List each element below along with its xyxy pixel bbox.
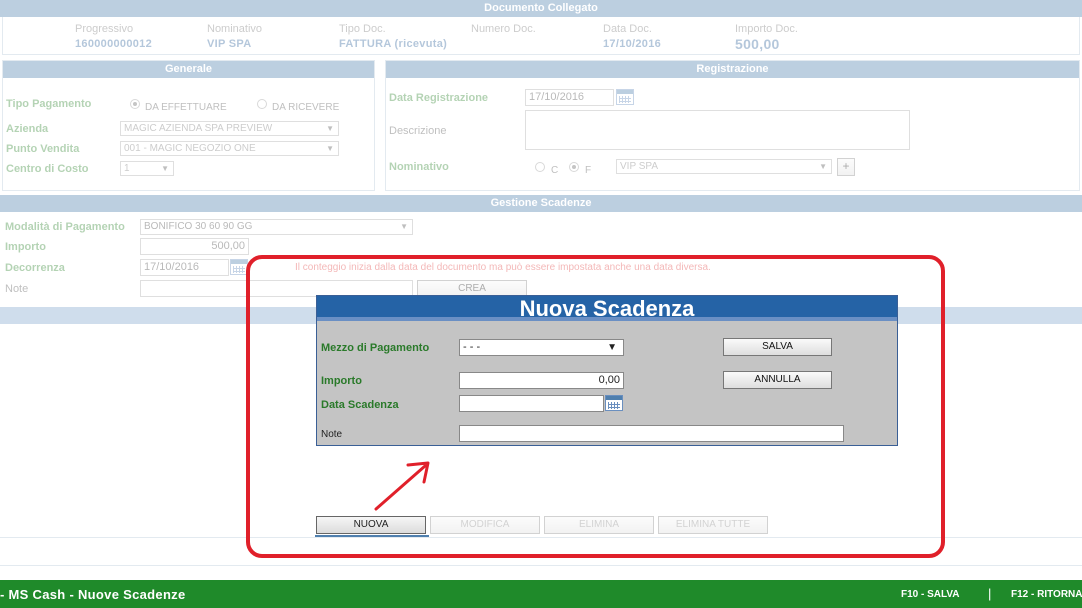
chevron-down-icon: ▼ (819, 162, 827, 171)
radio-c-label: C (551, 165, 559, 176)
document-info-row: Progressivo 160000000012 Nominativo VIP … (2, 17, 1080, 55)
radio-c[interactable] (535, 162, 545, 172)
azienda-value: MAGIC AZIENDA SPA PREVIEW (124, 123, 273, 134)
numero-doc-field: Numero Doc. (471, 23, 536, 38)
centro-costo-select[interactable]: 1 ▼ (120, 161, 174, 176)
modalita-pagamento-label: Modalità di Pagamento (5, 221, 125, 233)
gestione-scadenze-title: Gestione Scadenze (0, 195, 1082, 212)
red-arrow-icon (374, 461, 430, 511)
centro-costo-label: Centro di Costo (6, 163, 89, 175)
radio-da-ricevere[interactable] (257, 99, 267, 109)
importo-input[interactable]: 500,00 (140, 238, 249, 255)
descrizione-label: Descrizione (389, 125, 447, 137)
add-nominativo-button[interactable]: + (837, 158, 855, 176)
chevron-down-icon: ▼ (326, 124, 334, 133)
centro-costo-value: 1 (124, 163, 130, 174)
registrazione-panel: Registrazione Data Registrazione 17/10/2… (385, 60, 1080, 191)
radio-da-effettuare[interactable] (130, 99, 140, 109)
descrizione-textarea[interactable] (525, 110, 910, 150)
chevron-down-icon: ▼ (326, 144, 334, 153)
chevron-down-icon: ▼ (400, 222, 408, 231)
modalita-pagamento-value: BONIFICO 30 60 90 GG (144, 221, 253, 232)
calendar-icon[interactable] (616, 89, 634, 105)
punto-vendita-select[interactable]: 001 - MAGIC NEGOZIO ONE ▼ (120, 141, 339, 156)
f12-ritorna-shortcut[interactable]: F12 - RITORNA (1011, 589, 1082, 600)
tipo-doc-value: FATTURA (ricevuta) (339, 38, 448, 50)
radio-f-label: F (585, 165, 592, 176)
decorrenza-label: Decorrenza (5, 262, 65, 274)
document-header-title: Documento Collegato (0, 0, 1082, 17)
data-registrazione-label: Data Registrazione (389, 92, 489, 104)
data-registrazione-input[interactable]: 17/10/2016 (525, 89, 614, 106)
modalita-pagamento-select[interactable]: BONIFICO 30 60 90 GG ▼ (140, 219, 413, 235)
decorrenza-input[interactable]: 17/10/2016 (140, 259, 229, 276)
nominativo-label: Nominativo (207, 23, 263, 35)
tipo-doc-field: Tipo Doc. FATTURA (ricevuta) (339, 23, 447, 50)
importo-doc-value: 500,00 (735, 36, 780, 52)
azienda-select[interactable]: MAGIC AZIENDA SPA PREVIEW ▼ (120, 121, 339, 136)
radio-da-effettuare-label: DA EFFETTUARE (145, 102, 227, 113)
punto-vendita-value: 001 - MAGIC NEGOZIO ONE (124, 143, 256, 154)
azienda-label: Azienda (6, 123, 49, 135)
nominativo-label: Nominativo (389, 161, 449, 173)
progressivo-field: Progressivo 160000000012 (75, 23, 152, 50)
importo-label: Importo (5, 241, 46, 253)
app-title: - MS Cash - Nuove Scadenze (0, 587, 186, 602)
status-bar: - MS Cash - Nuove Scadenze F10 - SALVA |… (0, 580, 1082, 608)
registrazione-title: Registrazione (386, 61, 1079, 78)
document-header: Documento Collegato Progressivo 16000000… (0, 0, 1082, 58)
nominativo-select-value: VIP SPA (620, 161, 658, 172)
divider (0, 565, 1082, 566)
importo-doc-field: Importo Doc. 500,00 (735, 23, 798, 52)
numero-doc-label: Numero Doc. (471, 23, 536, 35)
generale-panel: Generale Tipo Pagamento DA EFFETTUARE DA… (2, 60, 375, 191)
data-doc-field: Data Doc. 17/10/2016 (603, 23, 661, 50)
note-label: Note (5, 283, 29, 295)
progressivo-label: Progressivo (75, 23, 134, 35)
highlight-box (246, 255, 945, 558)
progressivo-value: 160000000012 (75, 38, 153, 50)
footer-separator: | (988, 586, 992, 601)
radio-f[interactable] (569, 162, 579, 172)
punto-vendita-label: Punto Vendita (6, 143, 80, 155)
radio-da-ricevere-label: DA RICEVERE (272, 102, 340, 113)
importo-doc-label: Importo Doc. (735, 23, 798, 35)
nominativo-select[interactable]: VIP SPA ▼ (616, 159, 832, 174)
tipo-doc-label: Tipo Doc. (339, 23, 386, 35)
f10-salva-shortcut[interactable]: F10 - SALVA (901, 589, 960, 600)
chevron-down-icon: ▼ (161, 164, 169, 173)
nominativo-field: Nominativo VIP SPA (207, 23, 262, 50)
data-doc-value: 17/10/2016 (603, 38, 662, 50)
generale-title: Generale (3, 61, 374, 78)
nominativo-value: VIP SPA (207, 38, 252, 50)
data-doc-label: Data Doc. (603, 23, 652, 35)
tipo-pagamento-label: Tipo Pagamento (6, 98, 92, 110)
